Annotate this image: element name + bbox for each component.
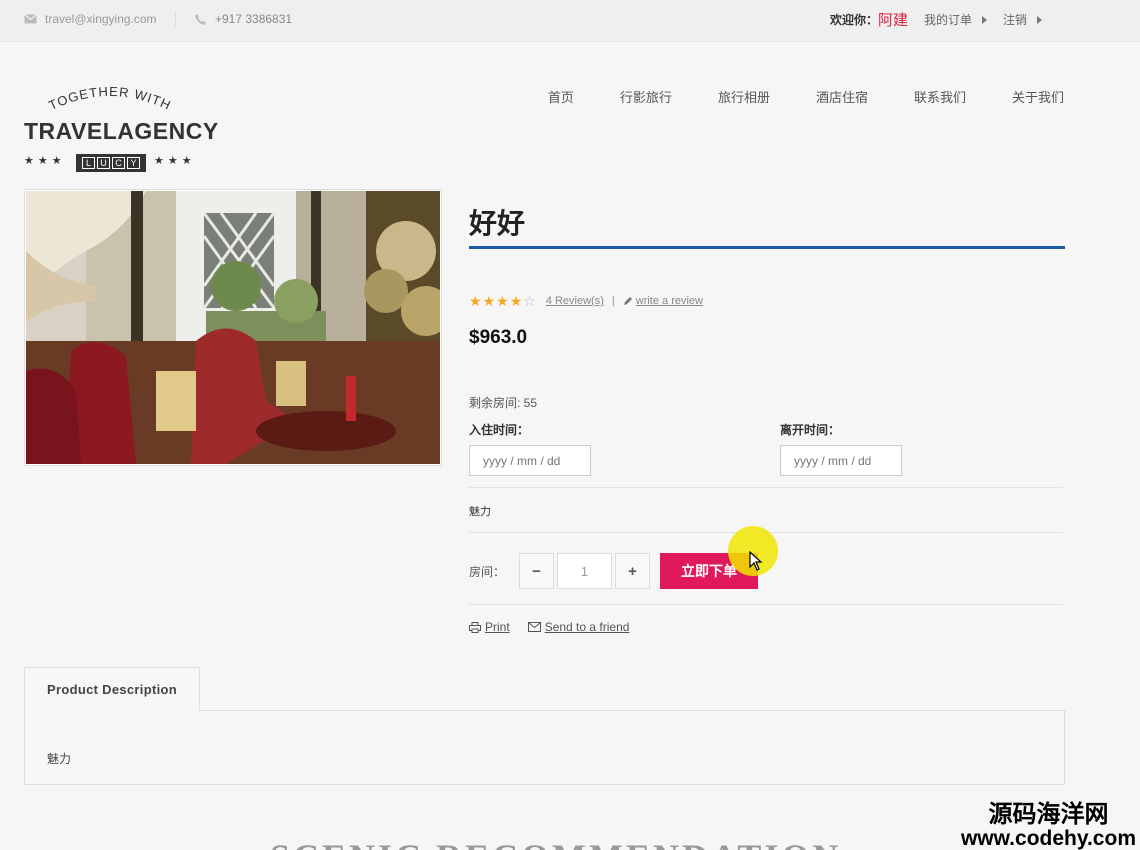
star-filled-icon: ★ bbox=[482, 293, 496, 309]
phone-text: +917 3386831 bbox=[215, 12, 293, 26]
write-review-link[interactable]: write a review bbox=[623, 295, 703, 307]
qty-label: 房间： bbox=[469, 564, 506, 579]
print-link[interactable]: Print bbox=[469, 620, 510, 634]
welcome-text: 欢迎你： bbox=[829, 13, 878, 27]
nav-item-contact[interactable]: 联系我们 bbox=[914, 87, 966, 106]
product-charm: 魅力 bbox=[469, 506, 491, 518]
contact-email[interactable]: travel@xingying.com bbox=[24, 12, 157, 26]
logo-badge-letter: L bbox=[82, 157, 95, 169]
star-filled-icon: ★ bbox=[509, 293, 523, 309]
nav-item-album[interactable]: 旅行相册 bbox=[718, 87, 770, 106]
star-rating: ★ ★ ★ ★ ☆ bbox=[469, 294, 536, 308]
watermark: 源码海洋网 www.codehy.com bbox=[961, 794, 1136, 850]
caret-right-icon bbox=[981, 15, 987, 24]
contact-phone[interactable]: +917 3386831 bbox=[194, 12, 292, 26]
svg-text:TOGETHER WITH: TOGETHER WITH bbox=[46, 84, 173, 113]
logout-link[interactable]: 注销 bbox=[1003, 11, 1042, 28]
main-nav: 首页 行影旅行 旅行相册 酒店住宿 联系我们 关于我们 bbox=[548, 87, 1064, 106]
section-heading: SCENIC RECOMMENDATION bbox=[270, 836, 841, 850]
product-image bbox=[24, 189, 451, 466]
user-menu: 欢迎你： 阿建 我的订单 注销 bbox=[830, 9, 1058, 30]
checkin-date-input[interactable] bbox=[469, 445, 591, 476]
logo-badge: L U C Y bbox=[76, 154, 146, 172]
nav-item-home[interactable]: 首页 bbox=[548, 87, 574, 106]
my-orders-link[interactable]: 我的订单 bbox=[924, 11, 987, 28]
product-title: 好好 bbox=[469, 208, 526, 239]
caret-right-icon bbox=[1037, 15, 1042, 24]
logo-main-text: TRAVELAGENCY bbox=[24, 118, 219, 144]
logo-arc-textpath: TOGETHER WITH bbox=[46, 84, 172, 113]
envelope-icon bbox=[24, 14, 37, 24]
star-filled-icon: ★ bbox=[496, 293, 509, 309]
rating-separator: | bbox=[611, 295, 615, 307]
quantity-row: 房间： − + 立即下单 bbox=[469, 553, 759, 589]
printer-icon bbox=[469, 621, 481, 633]
checkout-date-input[interactable] bbox=[780, 445, 902, 476]
checkin-label: 入住时间： bbox=[469, 423, 530, 437]
site-logo[interactable]: TOGETHER WITH TRAVELAGENCY ★★★ L U C Y ★… bbox=[24, 82, 218, 174]
logo-badge-letter: Y bbox=[127, 157, 140, 169]
star-empty-icon: ☆ bbox=[523, 293, 536, 309]
divider bbox=[469, 487, 1063, 488]
pencil-icon bbox=[623, 297, 632, 305]
mouse-cursor-icon bbox=[749, 551, 763, 571]
star-filled-icon: ★ bbox=[469, 293, 482, 309]
divider bbox=[469, 604, 1063, 605]
logo-arc-text: TOGETHER WITH bbox=[46, 84, 173, 113]
print-label: Print bbox=[485, 620, 510, 634]
quantity-input[interactable] bbox=[557, 553, 613, 589]
tab-panel-content: 魅力 bbox=[47, 752, 72, 766]
rating-row: ★ ★ ★ ★ ☆ 4 Review(s) | write a review bbox=[469, 294, 703, 308]
product-price: $963.0 bbox=[469, 327, 528, 348]
rooms-left: 剩余房间: 55 bbox=[469, 396, 538, 410]
envelope-icon bbox=[527, 622, 541, 632]
my-orders-label: 我的订单 bbox=[923, 13, 972, 27]
username[interactable]: 阿建 bbox=[878, 9, 908, 30]
top-bar: travel@xingying.com +917 3386831 欢迎你： 阿建… bbox=[0, 0, 1140, 42]
reviews-link[interactable]: 4 Review(s) bbox=[546, 295, 604, 307]
watermark-en: www.codehy.com bbox=[960, 827, 1136, 850]
logo-badge-letter: C bbox=[112, 157, 125, 169]
logo-badge-letter: U bbox=[97, 157, 110, 169]
divider bbox=[175, 11, 176, 27]
tab-product-description[interactable]: Product Description bbox=[24, 667, 200, 711]
nav-item-travel[interactable]: 行影旅行 bbox=[620, 87, 672, 106]
logo-stars-right: ★★★ bbox=[154, 155, 196, 167]
checkout-group: 离开时间： bbox=[780, 421, 902, 476]
watermark-cn: 源码海洋网 bbox=[988, 801, 1109, 828]
share-row: Print Send to a friend bbox=[469, 620, 629, 634]
title-underline bbox=[469, 246, 1065, 249]
send-to-friend-label: Send to a friend bbox=[544, 620, 630, 634]
nav-item-hotel[interactable]: 酒店住宿 bbox=[816, 87, 868, 106]
phone-icon bbox=[195, 13, 206, 25]
hotel-lounge-photo bbox=[26, 191, 451, 464]
increment-button[interactable]: + bbox=[615, 553, 651, 589]
nav-item-about[interactable]: 关于我们 bbox=[1012, 87, 1064, 106]
tab-panel bbox=[24, 710, 1065, 785]
send-to-friend-link[interactable]: Send to a friend bbox=[527, 620, 630, 634]
checkin-group: 入住时间： bbox=[469, 421, 591, 476]
email-text: travel@xingying.com bbox=[45, 12, 157, 26]
logout-label: 注销 bbox=[1002, 13, 1027, 27]
write-review-label: write a review bbox=[635, 295, 703, 307]
checkout-label: 离开时间： bbox=[780, 423, 841, 437]
decrement-button[interactable]: − bbox=[519, 553, 555, 589]
logo-stars-left: ★★★ bbox=[24, 155, 66, 167]
